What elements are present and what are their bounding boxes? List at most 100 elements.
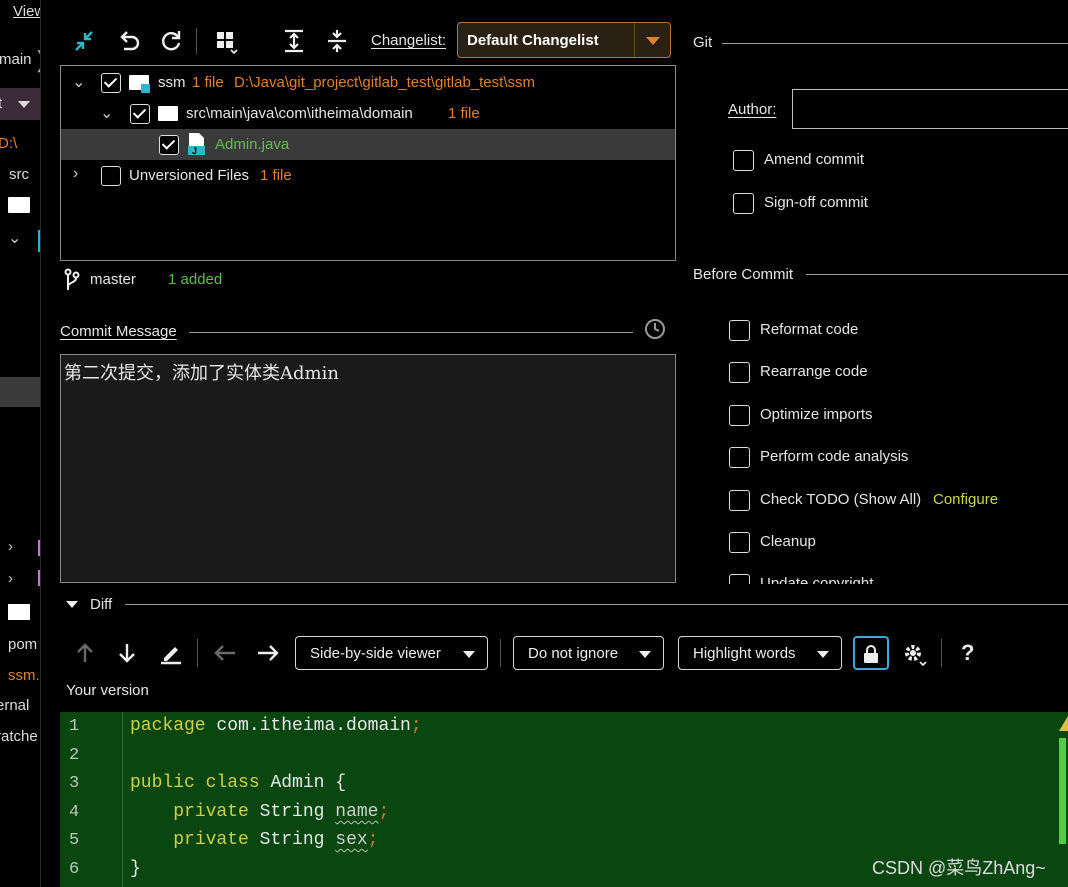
tree-row-root[interactable]: ⌄ ssm 1 file D:\Java\git_project\gitlab_… <box>61 67 675 98</box>
edit-source-icon[interactable] <box>159 641 183 665</box>
line-number: 2 <box>69 746 80 765</box>
git-section-separator <box>722 43 1068 44</box>
optimize-checkbox[interactable] <box>729 405 750 426</box>
rearrange-checkbox[interactable] <box>729 362 750 383</box>
toolbar-separator <box>197 639 198 667</box>
line-number: 4 <box>69 803 80 822</box>
line-number: 3 <box>69 774 80 793</box>
strip-marker <box>38 540 40 556</box>
root-path: D:\Java\git_project\gitlab_test\gitlab_t… <box>234 74 535 91</box>
tree-row-unversioned[interactable]: › Unversioned Files 1 file <box>61 160 675 191</box>
author-label: Author: <box>728 101 777 118</box>
code-line-6: } <box>130 859 141 879</box>
expand-diff-icon[interactable] <box>72 28 98 54</box>
chevron-down-icon <box>646 37 660 45</box>
tree-row-file[interactable]: J Admin.java <box>61 129 675 160</box>
branch-name[interactable]: master <box>90 271 136 288</box>
unversioned-count: 1 file <box>260 167 292 184</box>
folder-icon <box>8 197 30 213</box>
cleanup-label: Cleanup <box>760 533 816 550</box>
menu-view[interactable]: View <box>13 3 40 20</box>
chevron-down-icon: ⌄ <box>100 105 114 122</box>
changelist-value: Default Changelist <box>467 32 599 49</box>
java-file-icon: J <box>187 132 205 156</box>
package-checkbox[interactable] <box>130 104 150 124</box>
update-copyright-option-clipped[interactable]: Update copyright <box>729 574 1068 584</box>
cleanup-checkbox[interactable] <box>729 532 750 553</box>
copyright-checkbox[interactable] <box>729 574 750 584</box>
todo-checkbox[interactable] <box>729 490 750 511</box>
chevron-right-icon: › <box>8 570 13 587</box>
changelist-select[interactable]: Default Changelist <box>457 22 671 58</box>
strip-ssm: ssm. <box>8 667 40 684</box>
select-divider <box>634 23 635 57</box>
expand-all-icon[interactable] <box>281 28 307 54</box>
folder-icon <box>158 106 178 121</box>
watermark: CSDN @菜鸟ZhAng~ <box>872 858 1046 878</box>
branch-icon <box>63 268 81 292</box>
signoff-label: Sign-off commit <box>764 194 868 211</box>
changelist-label: Changelist: <box>371 32 447 49</box>
next-difference-icon[interactable] <box>117 642 137 664</box>
unversioned-name: Unversioned Files <box>129 167 250 184</box>
module-folder-icon <box>129 75 150 93</box>
viewer-value: Side-by-side viewer <box>310 645 441 662</box>
collapse-all-icon[interactable] <box>324 28 350 54</box>
help-button[interactable]: ? <box>961 640 974 666</box>
configure-link[interactable]: Configure <box>933 491 998 508</box>
left-project-strip: View main ❯ t D:\ src ⌄ › › pom ssm. ern… <box>0 0 41 887</box>
line-number: 6 <box>69 860 80 879</box>
history-clock-icon[interactable] <box>644 318 666 340</box>
settings-gear-icon[interactable] <box>902 641 928 667</box>
strip-selected-row[interactable]: t <box>0 88 40 120</box>
toolbar-separator <box>500 639 501 667</box>
lock-toggle[interactable] <box>853 636 889 670</box>
strip-t: t <box>0 95 2 112</box>
lock-icon <box>863 644 879 664</box>
your-version-label: Your version <box>66 682 149 699</box>
strip-src: src <box>9 166 29 183</box>
optimize-label: Optimize imports <box>760 406 873 423</box>
reformat-checkbox[interactable] <box>729 320 750 341</box>
strip-selected-file[interactable] <box>0 377 40 407</box>
collapse-diff-icon[interactable] <box>66 601 78 608</box>
git-section-title: Git <box>693 34 713 51</box>
unversioned-checkbox[interactable] <box>101 166 121 186</box>
commit-message-label: Commit Message <box>60 323 177 340</box>
code-line-4: private String name; <box>173 802 390 822</box>
undo-icon[interactable] <box>116 28 142 54</box>
previous-file-icon[interactable] <box>213 643 237 663</box>
todo-label: Check TODO (Show All) <box>760 491 922 508</box>
signoff-checkbox[interactable] <box>733 193 754 214</box>
warning-icon[interactable] <box>1058 714 1068 732</box>
root-checkbox[interactable] <box>101 73 121 93</box>
commit-message-input[interactable]: 第二次提交，添加了实体类Admin <box>60 354 676 583</box>
strip-marker <box>38 230 40 252</box>
highlight-select[interactable]: Highlight words <box>678 636 842 670</box>
strip-scratches: ratche <box>0 728 38 745</box>
chevron-down-icon <box>463 651 475 658</box>
chevron-right-icon: › <box>73 165 79 182</box>
chevron-down-icon: ⌄ <box>8 230 22 247</box>
group-by-icon[interactable] <box>214 28 240 54</box>
ignore-select[interactable]: Do not ignore <box>513 636 664 670</box>
next-file-icon[interactable] <box>256 643 280 663</box>
folder-icon <box>8 604 30 620</box>
rearrange-label: Rearrange code <box>760 363 868 380</box>
strip-pom: pom <box>8 636 38 653</box>
line-number-gutter: 1 2 3 4 5 6 <box>60 712 123 887</box>
line-number: 5 <box>69 831 80 850</box>
diff-title[interactable]: Diff <box>90 596 112 613</box>
file-checkbox[interactable] <box>159 135 179 155</box>
author-input[interactable] <box>792 89 1068 129</box>
copyright-label: Update copyright <box>760 575 874 584</box>
root-name: ssm <box>158 74 186 91</box>
amend-checkbox[interactable] <box>733 150 754 171</box>
code-line-3: public class Admin { <box>130 773 347 793</box>
change-marker-stripe <box>1059 738 1066 844</box>
analysis-checkbox[interactable] <box>729 447 750 468</box>
tree-row-package[interactable]: ⌄ src\main\java\com\itheima\domain 1 fil… <box>61 98 675 129</box>
refresh-icon[interactable] <box>158 28 184 54</box>
viewer-select[interactable]: Side-by-side viewer <box>295 636 488 670</box>
previous-difference-icon[interactable] <box>75 642 95 664</box>
